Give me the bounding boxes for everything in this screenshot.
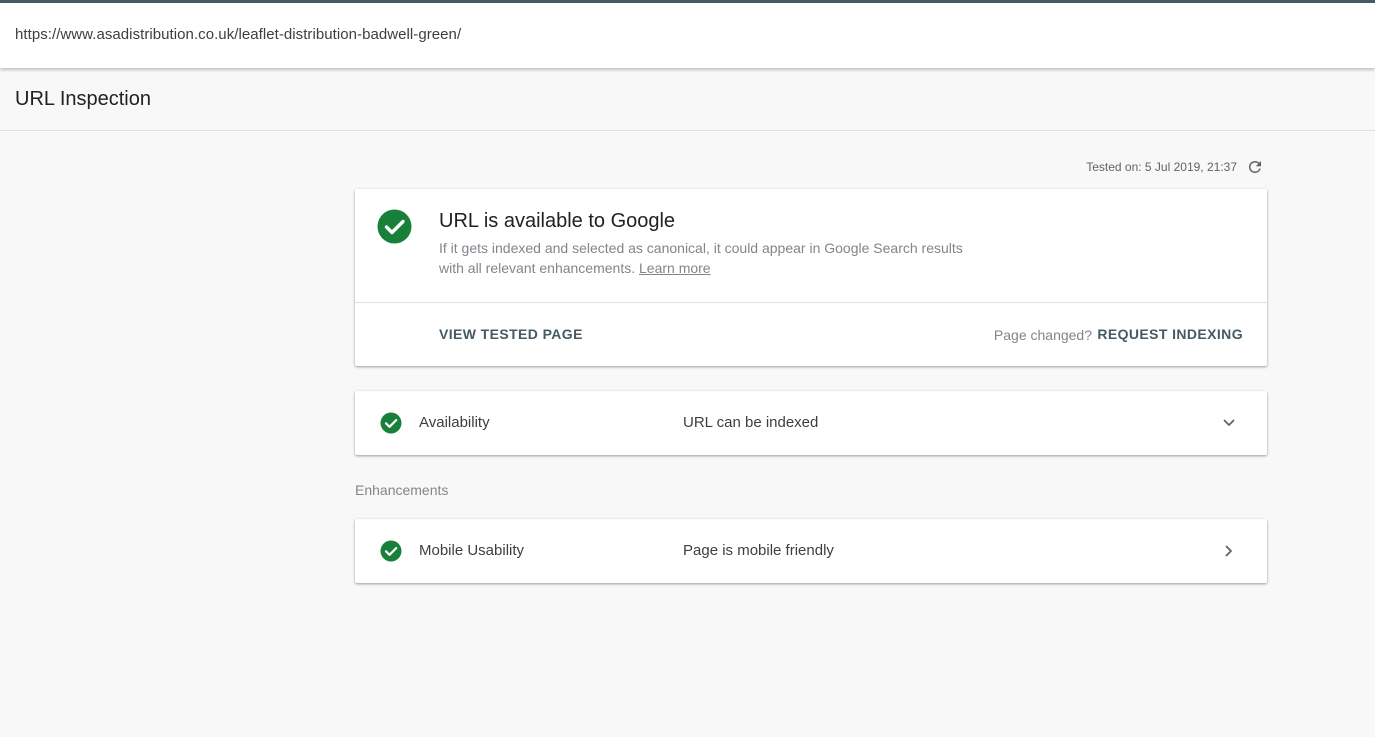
check-circle-icon	[380, 412, 402, 434]
view-tested-page-button[interactable]: VIEW TESTED PAGE	[439, 326, 583, 342]
url-status-card: URL is available to Google If it gets in…	[355, 189, 1267, 366]
description-line-1: If it gets indexed and selected as canon…	[439, 240, 963, 256]
availability-row[interactable]: Availability URL can be indexed	[355, 391, 1267, 455]
check-circle-icon	[377, 209, 412, 244]
page-title: URL Inspection	[15, 88, 151, 110]
card-divider	[355, 302, 1267, 303]
description-line-2: with all relevant enhancements.	[439, 260, 636, 276]
inspected-url[interactable]: https://www.asadistribution.co.uk/leafle…	[15, 26, 461, 43]
mobile-usability-row[interactable]: Mobile Usability Page is mobile friendly	[355, 519, 1267, 583]
mobile-usability-label: Mobile Usability	[419, 542, 525, 559]
chevron-right-icon[interactable]	[1219, 541, 1239, 561]
page-changed-label: Page changed?	[993, 327, 1092, 343]
availability-label: Availability	[419, 414, 490, 431]
check-circle-icon	[380, 540, 402, 562]
tested-on-row: Tested on: 5 Jul 2019, 21:37	[1086, 157, 1265, 177]
tested-on-text: Tested on: 5 Jul 2019, 21:37	[1086, 160, 1237, 174]
availability-value: URL can be indexed	[683, 414, 819, 431]
status-description: If it gets indexed and selected as canon…	[439, 238, 1019, 278]
chevron-down-icon[interactable]	[1219, 413, 1239, 433]
request-indexing-button[interactable]: REQUEST INDEXING	[1097, 326, 1243, 342]
url-bar[interactable]: https://www.asadistribution.co.uk/leafle…	[0, 3, 1375, 68]
status-title: URL is available to Google	[439, 210, 676, 232]
learn-more-link[interactable]: Learn more	[639, 260, 711, 276]
refresh-icon[interactable]	[1245, 157, 1265, 177]
page-header: URL Inspection	[0, 68, 1375, 131]
enhancements-heading: Enhancements	[355, 482, 449, 498]
mobile-usability-value: Page is mobile friendly	[683, 542, 834, 559]
